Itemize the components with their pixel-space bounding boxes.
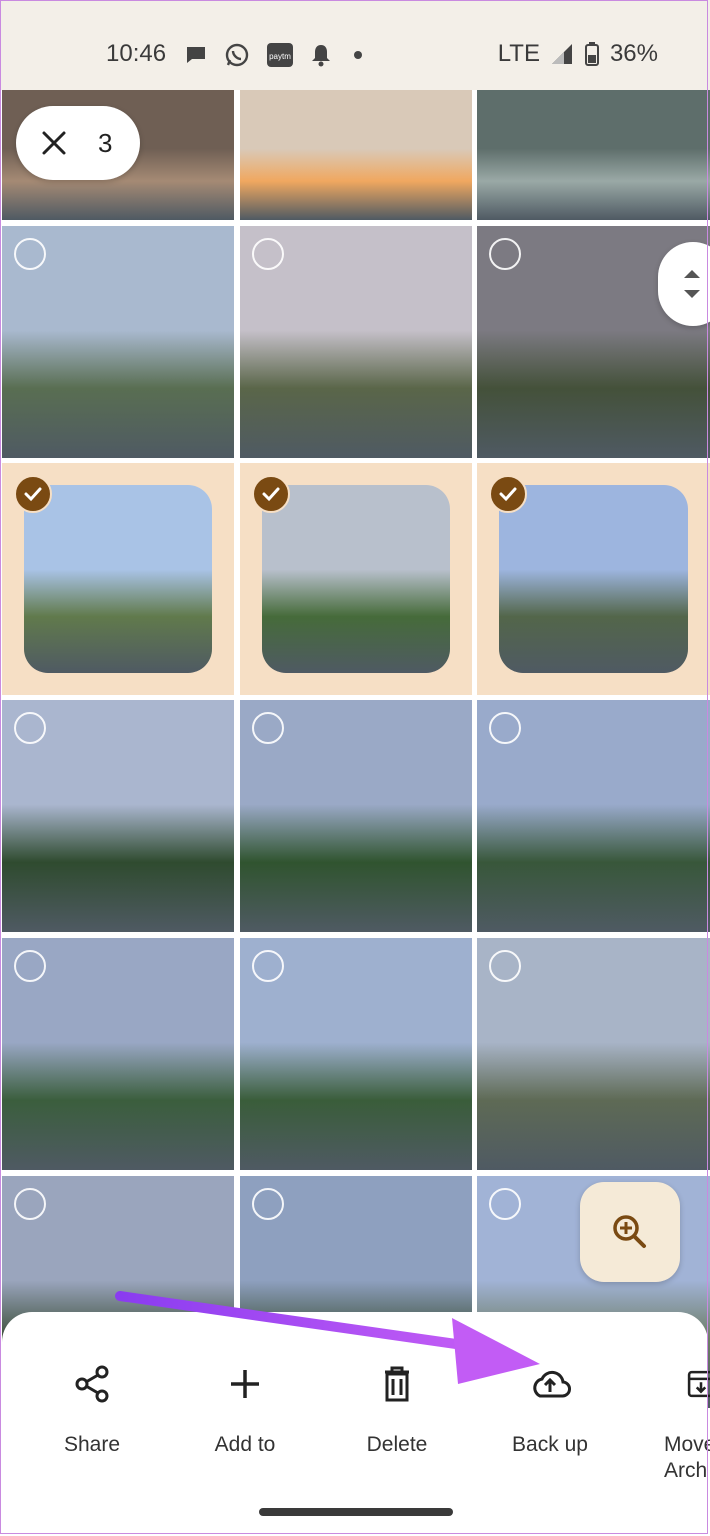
checked-checkbox-icon[interactable] — [14, 475, 52, 513]
battery-level: 36% — [609, 40, 658, 67]
status-left-icons: paytm — [184, 42, 368, 68]
share-icon — [75, 1365, 109, 1403]
unchecked-checkbox-icon[interactable] — [14, 238, 46, 270]
unchecked-checkbox-icon[interactable] — [489, 1188, 521, 1220]
photo-image — [240, 90, 472, 220]
home-gesture-bar[interactable] — [259, 1508, 453, 1516]
photo-image — [262, 485, 450, 673]
move-to-archive-label: Move Arch — [664, 1433, 710, 1482]
status-right: LTE 36% — [498, 40, 658, 68]
unchecked-checkbox-icon[interactable] — [14, 950, 46, 982]
unchecked-checkbox-icon[interactable] — [489, 950, 521, 982]
checked-checkbox-icon[interactable] — [489, 475, 527, 513]
add-to-label: Add to — [214, 1433, 276, 1456]
paytm-icon: paytm — [267, 43, 293, 67]
unchecked-checkbox-icon[interactable] — [14, 1188, 46, 1220]
share-label: Share — [63, 1433, 121, 1456]
dot-icon — [354, 51, 362, 59]
message-icon — [187, 47, 205, 63]
checked-checkbox-icon[interactable] — [252, 475, 290, 513]
photo-thumbnail[interactable] — [2, 938, 234, 1170]
photo-image — [477, 90, 710, 220]
unchecked-checkbox-icon[interactable] — [252, 712, 284, 744]
photo-thumbnail[interactable] — [240, 463, 472, 695]
unchecked-checkbox-icon[interactable] — [252, 950, 284, 982]
status-time: 10:46 — [106, 40, 167, 67]
photo-thumbnail[interactable] — [240, 938, 472, 1170]
archive-icon — [687, 1370, 710, 1398]
unchecked-checkbox-icon[interactable] — [252, 238, 284, 270]
unchecked-checkbox-icon[interactable] — [252, 1188, 284, 1220]
back-up-label: Back up — [512, 1433, 588, 1456]
photo-thumbnail[interactable] — [477, 90, 710, 220]
photo-thumbnail[interactable] — [477, 700, 710, 932]
photo-thumbnail[interactable] — [2, 700, 234, 932]
network-type: LTE — [497, 40, 540, 67]
photo-thumbnail[interactable] — [477, 938, 710, 1170]
battery-icon — [584, 42, 599, 66]
unchecked-checkbox-icon[interactable] — [14, 712, 46, 744]
cloud-upload-icon — [533, 1370, 571, 1398]
unchecked-checkbox-icon[interactable] — [489, 712, 521, 744]
notification-bell-icon — [312, 45, 330, 67]
zoom-button[interactable] — [580, 1182, 680, 1282]
plus-icon — [231, 1370, 259, 1398]
photo-thumbnail[interactable] — [2, 226, 234, 458]
status-bar: 10:46 paytm LTE 36% — [0, 0, 710, 90]
svg-text:paytm: paytm — [269, 52, 291, 61]
photo-thumbnail[interactable] — [240, 90, 472, 220]
photo-thumbnail[interactable] — [240, 700, 472, 932]
zoom-in-icon — [613, 1215, 646, 1248]
trash-icon — [385, 1366, 409, 1402]
selection-chip[interactable]: 3 — [16, 106, 140, 180]
close-icon[interactable] — [40, 129, 68, 157]
unchecked-checkbox-icon[interactable] — [489, 238, 521, 270]
whatsapp-icon — [225, 43, 249, 67]
delete-action[interactable]: Delete — [322, 1360, 472, 1458]
share-action[interactable]: Share — [17, 1360, 167, 1458]
add-to-action[interactable]: Add to — [170, 1360, 320, 1458]
signal-icon — [551, 44, 572, 64]
photo-thumbnail[interactable] — [2, 463, 234, 695]
move-to-archive-action[interactable]: Move Arch — [628, 1360, 710, 1484]
delete-label: Delete — [366, 1433, 428, 1456]
photo-thumbnail[interactable] — [240, 226, 472, 458]
photo-image — [499, 485, 688, 673]
scroll-up-down-icon — [684, 270, 700, 298]
back-up-action[interactable]: Back up — [475, 1360, 625, 1458]
selected-count: 3 — [98, 127, 113, 158]
fast-scroll-handle[interactable] — [658, 242, 710, 326]
photo-image — [24, 485, 212, 673]
action-bottom-sheet: Share Add to Delete Back up Move Arch — [2, 1312, 710, 1534]
photo-thumbnail[interactable] — [477, 463, 710, 695]
